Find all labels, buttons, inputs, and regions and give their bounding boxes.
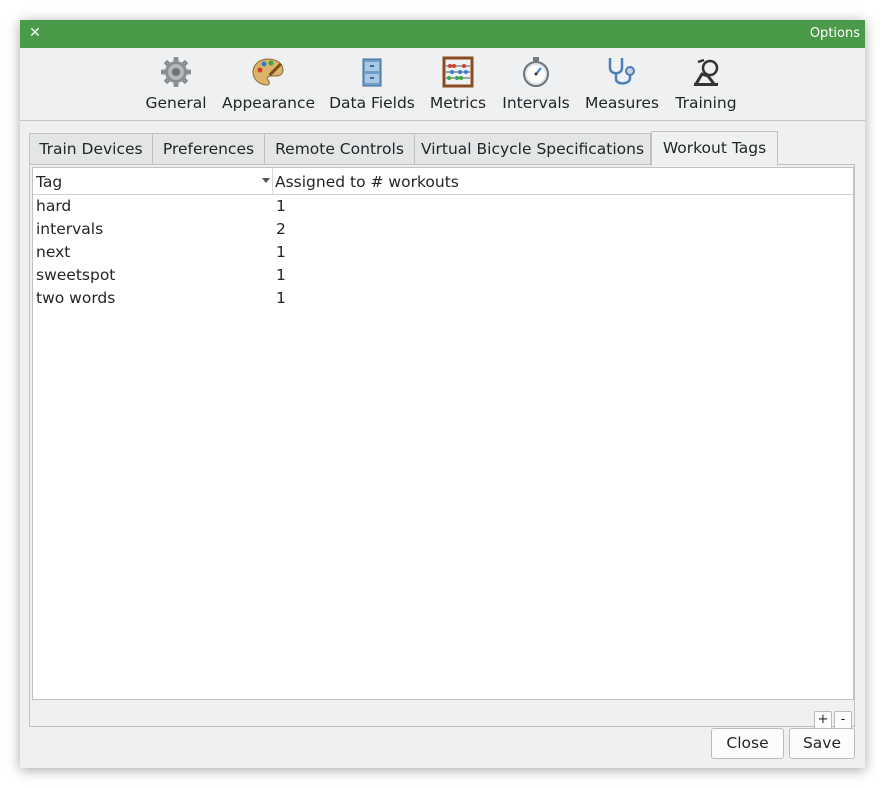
toolbar-general-label: General [145,94,207,112]
save-button[interactable]: Save [789,728,855,759]
category-toolbar: General Appearance Data Fields Metrics I… [20,48,865,121]
stopwatch-icon [523,57,549,87]
window-title: Options [809,26,860,41]
toolbar-intervals-label: Intervals [502,94,570,112]
tag-cell: two words [36,289,116,307]
toolbar-data-fields-label: Data Fields [329,94,415,112]
tab-bar: Train Devices Preferences Remote Control… [29,131,849,166]
gear-icon [161,57,191,87]
count-cell: 1 [276,266,286,284]
toolbar-metrics-label: Metrics [429,94,487,112]
tab-workout-tags[interactable]: Workout Tags [651,131,778,166]
title-bar: ✕ Options [20,20,865,48]
tag-cell: sweetspot [36,266,116,284]
toolbar-training[interactable]: Training [673,48,739,118]
count-cell: 1 [276,197,286,215]
table-row[interactable]: two words 1 [33,287,853,310]
close-button[interactable]: Close [711,728,784,759]
toolbar-appearance[interactable]: Appearance [222,48,316,118]
toolbar-appearance-label: Appearance [222,94,316,112]
close-window-icon[interactable]: ✕ [27,25,43,41]
filing-cabinet-icon [362,58,382,87]
tab-train-devices[interactable]: Train Devices [29,133,153,164]
table-row[interactable]: next 1 [33,241,853,264]
add-tag-button[interactable]: + [814,711,832,729]
palette-icon [252,58,284,86]
table-row[interactable]: intervals 2 [33,218,853,241]
column-header-tag[interactable]: Tag [36,168,273,194]
count-cell: 2 [276,220,286,238]
table-row[interactable]: hard 1 [33,195,853,218]
remove-tag-button[interactable]: - [834,711,852,729]
tab-virtual-bicycle-specifications[interactable]: Virtual Bicycle Specifications [414,133,651,164]
toolbar-intervals[interactable]: Intervals [501,48,571,118]
tag-cell: intervals [36,220,104,238]
tab-preferences[interactable]: Preferences [152,133,265,164]
tag-cell: hard [36,197,72,215]
sort-descending-icon [262,178,270,183]
tab-remote-controls[interactable]: Remote Controls [264,133,415,164]
toolbar-data-fields[interactable]: Data Fields [329,48,415,118]
bike-trainer-icon [694,58,719,86]
table-row[interactable]: sweetspot 1 [33,264,853,287]
options-dialog: ✕ Options General Appearance Data Fields… [20,20,865,768]
workout-tags-panel: Tag Assigned to # workouts hard 1 interv… [29,164,855,729]
abacus-icon [442,56,474,88]
tags-table: Tag Assigned to # workouts hard 1 interv… [32,167,854,700]
toolbar-metrics[interactable]: Metrics [427,48,489,118]
toolbar-measures[interactable]: Measures [585,48,659,118]
column-header-tag-label: Tag [36,173,63,191]
count-cell: 1 [276,243,286,261]
count-cell: 1 [276,289,286,307]
toolbar-measures-label: Measures [585,94,659,112]
table-header: Tag Assigned to # workouts [33,168,853,195]
toolbar-training-label: Training [675,94,737,112]
column-header-assigned[interactable]: Assigned to # workouts [275,168,835,194]
tag-cell: next [36,243,71,261]
stethoscope-icon [608,58,635,85]
toolbar-general[interactable]: General [145,48,207,118]
table-body: hard 1 intervals 2 next 1 sweetspot 1 tw… [33,195,853,310]
